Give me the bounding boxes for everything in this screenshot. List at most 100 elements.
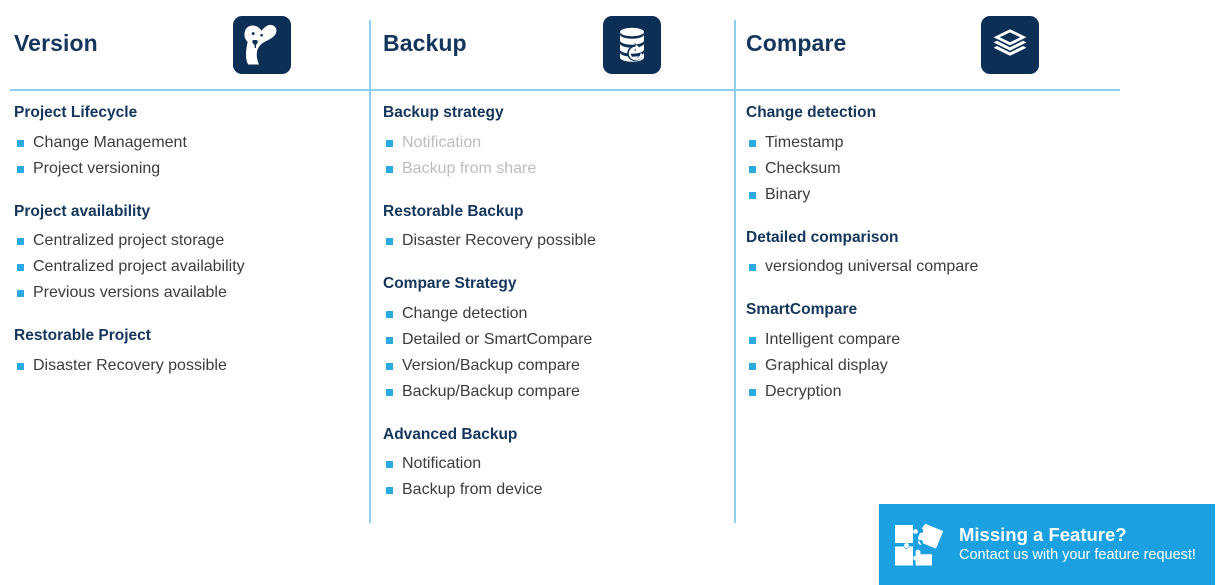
group-title: Project Lifecycle [14, 104, 138, 121]
list-item-label: Project versioning [33, 159, 161, 177]
bullet-square-icon [749, 191, 756, 199]
list-item: Change detection [383, 301, 734, 327]
feature-list: Disaster Recovery possible [383, 228, 734, 254]
list-item: Binary [746, 182, 1156, 208]
group-restorable-backup: Restorable Backup Disaster Recovery poss… [383, 202, 734, 255]
list-item: Change Management [14, 130, 369, 156]
group-advanced-backup: Advanced Backup Notification Backup from… [383, 425, 734, 504]
list-item-label: Backup/Backup compare [402, 382, 580, 400]
group-project-lifecycle: Project Lifecycle Change Management Proj… [14, 105, 369, 182]
bullet-square-icon [749, 388, 756, 396]
bullet-square-icon [386, 461, 393, 468]
column-body-compare: Change detection Timestamp Checksum Bina… [736, 105, 1156, 405]
feature-list: Centralized project storage Centralized … [14, 228, 369, 306]
list-item-label: Detailed or SmartCompare [402, 330, 593, 348]
list-item: Intelligent compare [746, 327, 1156, 353]
layers-stack-icon [981, 16, 1039, 74]
group-title: Change detection [746, 104, 877, 121]
feature-comparison-board: Version Project Lifecycle Change Managem… [0, 0, 1221, 585]
group-compare-strategy: Compare Strategy Change detection Detail… [383, 276, 734, 405]
feature-list: Disaster Recovery possible [14, 353, 369, 379]
bullet-square-icon [749, 264, 756, 271]
list-item-label: versiondog universal compare [765, 258, 979, 275]
list-item: versiondog universal compare [746, 254, 1156, 280]
group-title: Project availability [14, 202, 151, 220]
group-title: Compare Strategy [383, 275, 517, 292]
list-item-label: Disaster Recovery possible [33, 356, 227, 374]
list-item-label: Binary [765, 185, 811, 203]
list-item: Notification [383, 130, 734, 156]
bullet-square-icon [386, 362, 393, 370]
list-item: Centralized project availability [14, 254, 369, 280]
bullet-square-icon [386, 310, 393, 318]
list-item-label: Checksum [765, 159, 841, 177]
group-detailed-comparison: Detailed comparison versiondog universal… [746, 228, 1156, 281]
group-title: Backup strategy [383, 104, 504, 121]
banner-text: Missing a Feature? Contact us with your … [959, 524, 1196, 565]
bullet-square-icon [386, 165, 393, 173]
list-item-label: Previous versions available [33, 284, 227, 301]
list-item-label: Notification [402, 455, 482, 472]
column-body-version: Project Lifecycle Change Management Proj… [0, 105, 369, 379]
list-item: Disaster Recovery possible [14, 353, 369, 379]
list-item-label: Timestamp [765, 133, 844, 151]
list-item: Graphical display [746, 353, 1156, 379]
list-item: Disaster Recovery possible [383, 228, 734, 254]
list-item: Project versioning [14, 156, 369, 182]
banner-subtitle: Contact us with your feature request! [959, 547, 1196, 564]
bullet-square-icon [17, 264, 24, 271]
list-item: Centralized project storage [14, 228, 369, 254]
column-body-backup: Backup strategy Notification Backup from… [371, 105, 734, 503]
group-title: Advanced Backup [383, 425, 518, 443]
list-item-label: Version/Backup compare [402, 356, 580, 374]
column-backup: Backup Backup strategy Notification Back… [371, 0, 734, 585]
list-item: Version/Backup compare [383, 353, 734, 379]
column-header-compare: Compare [736, 0, 1156, 89]
bullet-square-icon [749, 139, 756, 147]
list-item: Detailed or SmartCompare [383, 327, 734, 353]
puzzle-pieces-icon [889, 517, 951, 573]
list-item: Decryption [746, 379, 1156, 405]
versiondog-dog-icon [233, 16, 291, 74]
bullet-square-icon [17, 139, 24, 147]
group-title: Detailed comparison [746, 228, 899, 246]
group-change-detection: Change detection Timestamp Checksum Bina… [746, 105, 1156, 208]
list-item-label: Notification [402, 133, 482, 151]
group-smartcompare: SmartCompare Intelligent compare Graphic… [746, 302, 1156, 405]
bullet-square-icon [749, 165, 756, 173]
group-title: Restorable Backup [383, 202, 524, 220]
group-title: SmartCompare [746, 301, 858, 318]
list-item-label: Backup from device [402, 481, 543, 498]
group-project-availability: Project availability Centralized project… [14, 202, 369, 307]
bullet-square-icon [17, 165, 24, 173]
bullet-square-icon [386, 336, 393, 344]
column-compare: Compare Change detection Timestamp Check… [736, 0, 1156, 585]
column-title: Compare [746, 30, 847, 56]
group-restorable-project: Restorable Project Disaster Recovery pos… [14, 328, 369, 379]
column-title: Backup [383, 30, 467, 56]
bullet-square-icon [386, 487, 393, 494]
list-item: Notification [383, 451, 734, 477]
feature-list: Change Management Project versioning [14, 130, 369, 182]
column-version: Version Project Lifecycle Change Managem… [0, 0, 369, 585]
bullet-square-icon [17, 238, 24, 245]
bullet-square-icon [17, 362, 24, 370]
feature-list: Notification Backup from share [383, 130, 734, 182]
bullet-square-icon [749, 362, 756, 370]
bullet-square-icon [386, 388, 393, 396]
banner-title: Missing a Feature? [959, 523, 1127, 545]
list-item-label: Graphical display [765, 356, 888, 374]
missing-feature-banner[interactable]: Missing a Feature? Contact us with your … [879, 504, 1215, 585]
group-title: Restorable Project [14, 327, 151, 344]
list-item-label: Change Management [33, 133, 187, 151]
bullet-square-icon [386, 238, 393, 245]
list-item-label: Backup from share [402, 159, 537, 177]
list-item: Timestamp [746, 130, 1156, 156]
column-header-backup: Backup [371, 0, 734, 89]
bullet-square-icon [386, 139, 393, 147]
list-item-label: Centralized project availability [33, 258, 245, 275]
list-item-label: Disaster Recovery possible [402, 232, 596, 249]
column-header-version: Version [0, 0, 369, 89]
list-item-label: Decryption [765, 382, 842, 400]
feature-list: Timestamp Checksum Binary [746, 130, 1156, 208]
